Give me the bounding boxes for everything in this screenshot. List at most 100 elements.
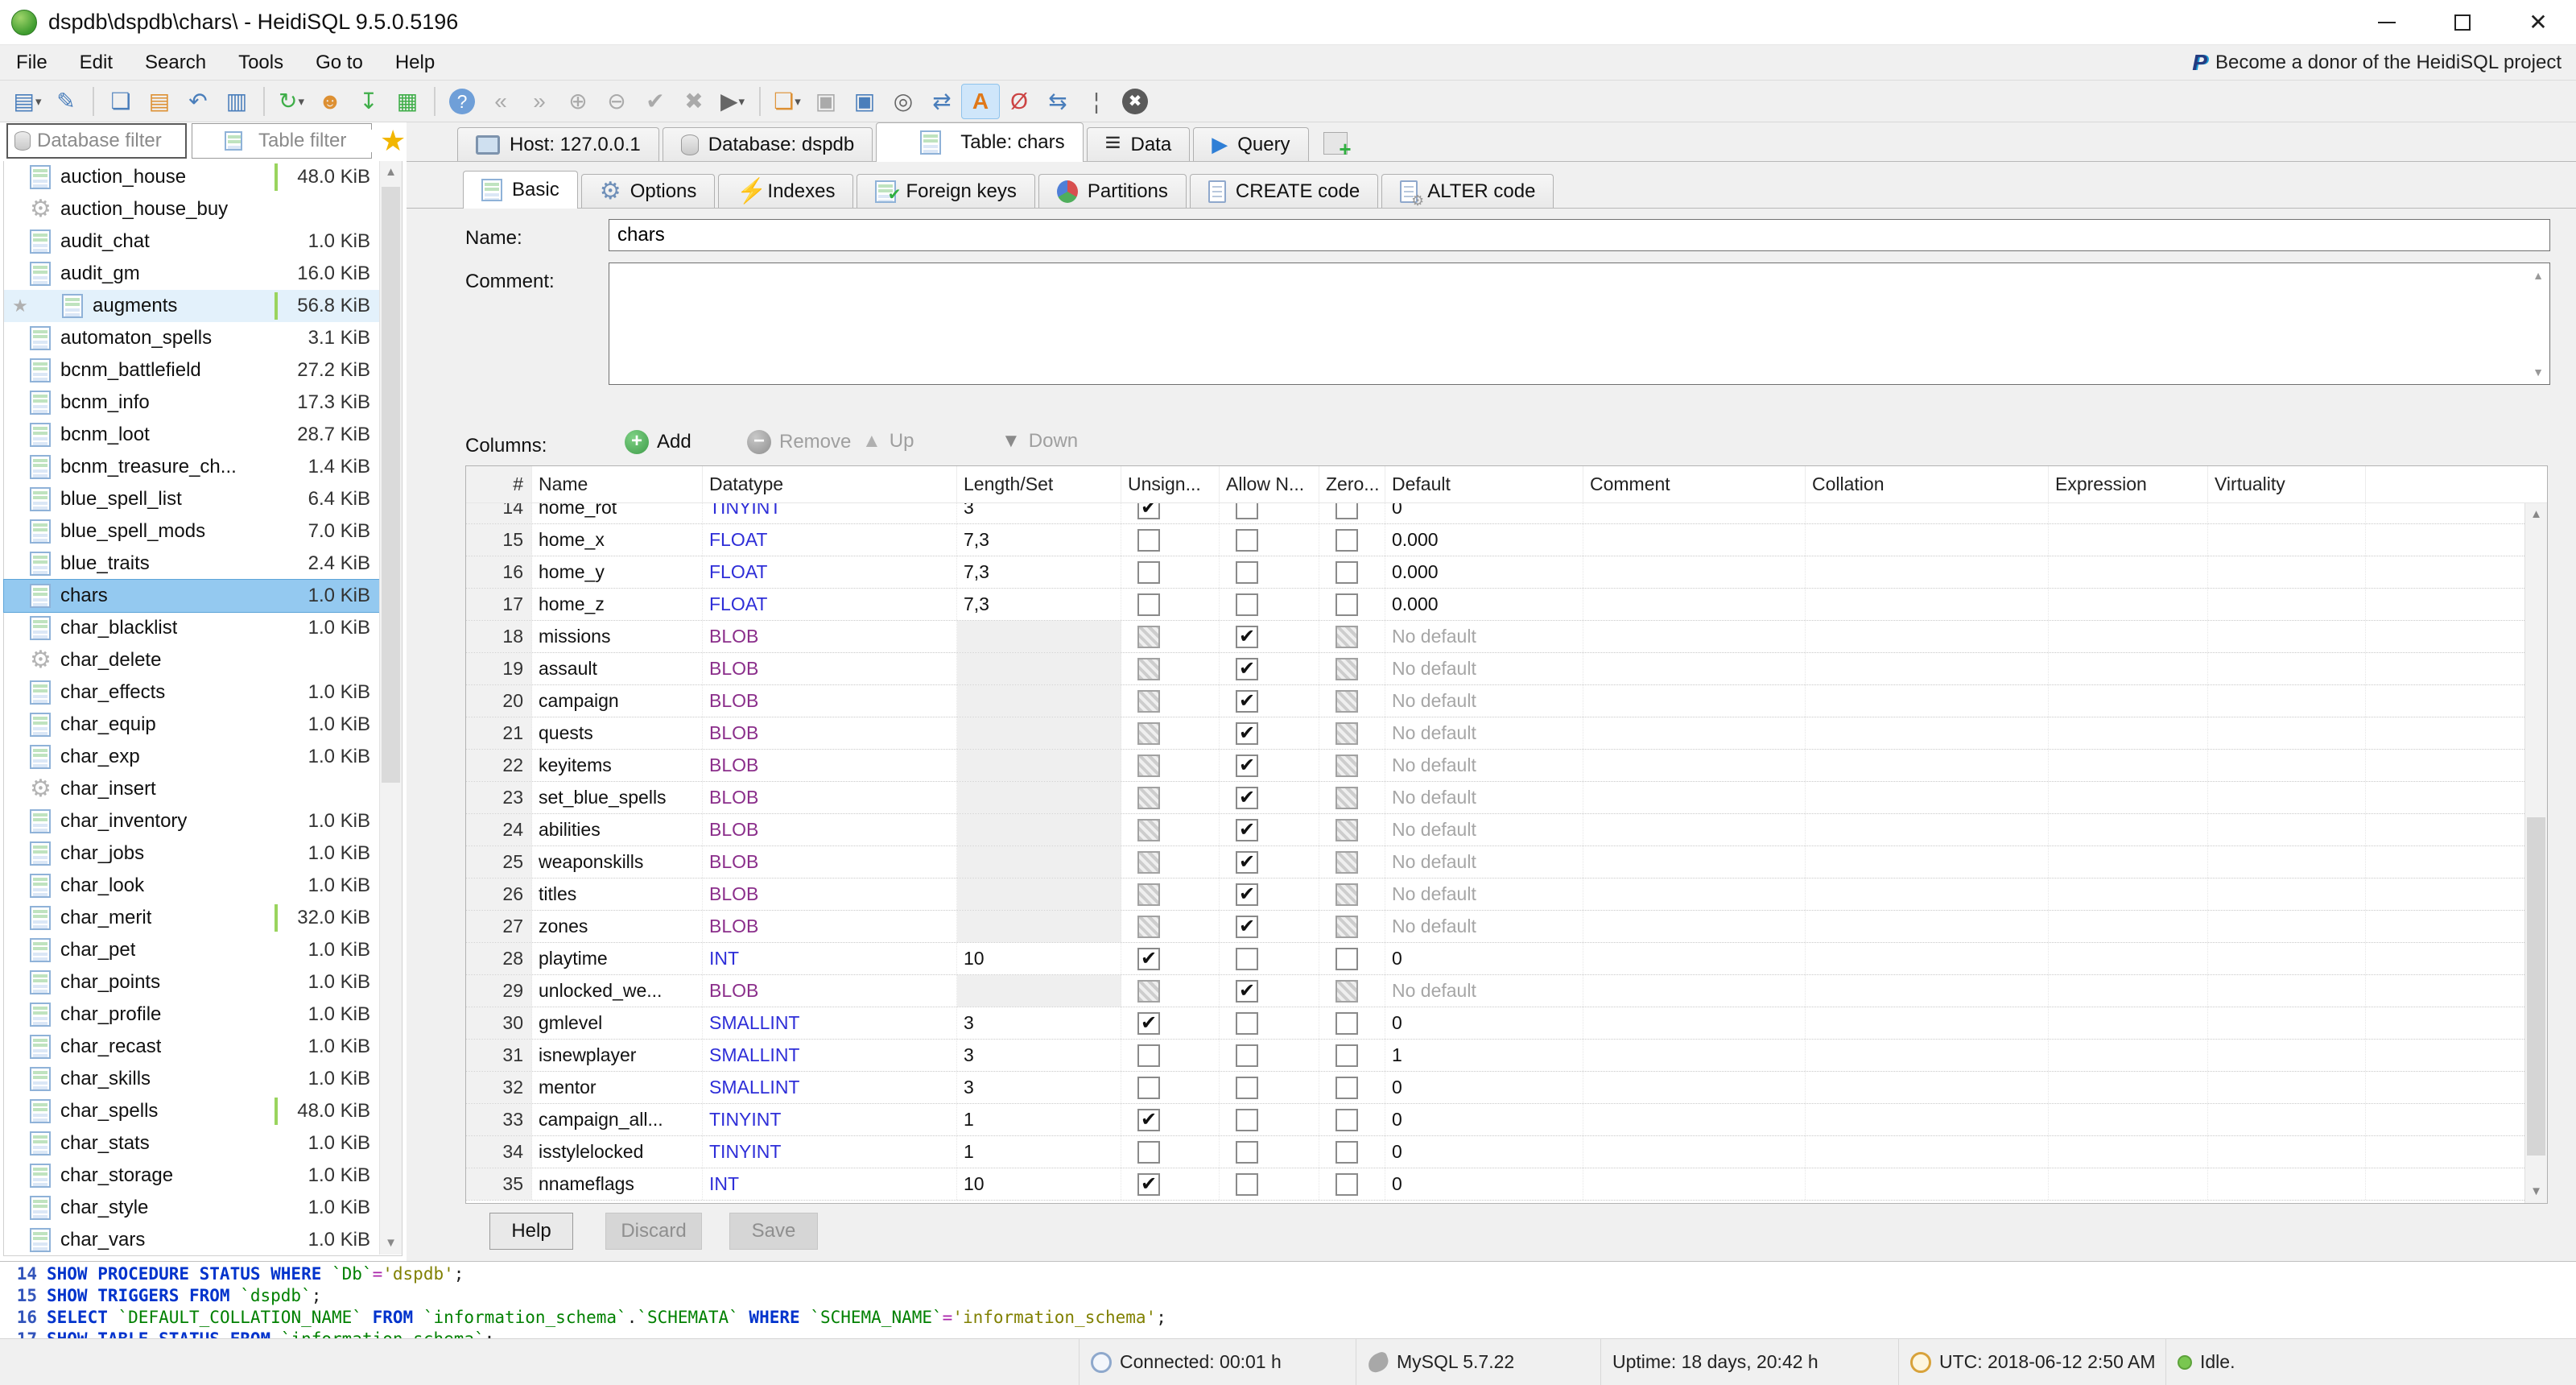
virtuality-cell[interactable] — [2208, 943, 2366, 974]
default-cell[interactable]: 0.000 — [1385, 556, 1583, 588]
default-cell[interactable]: No default — [1385, 846, 1583, 878]
table-list-item[interactable]: ★ char_inventory 1.0 KiB — [4, 805, 380, 837]
zerofill-checkbox[interactable] — [1335, 1173, 1358, 1196]
table-list-item[interactable]: ★ char_profile 1.0 KiB — [4, 998, 380, 1031]
column-name-cell[interactable]: quests — [532, 717, 703, 749]
minimize-button[interactable] — [2349, 0, 2425, 45]
zerofill-checkbox[interactable] — [1335, 1109, 1358, 1131]
menu-goto[interactable]: Go to — [299, 45, 379, 80]
maximize-button[interactable] — [2425, 0, 2500, 45]
unsigned-checkbox[interactable] — [1137, 1109, 1160, 1131]
length-cell[interactable] — [957, 846, 1121, 878]
comment-cell[interactable] — [1583, 653, 1806, 684]
allow-null-checkbox[interactable] — [1236, 1044, 1258, 1067]
allow-null-checkbox[interactable] — [1236, 1173, 1258, 1196]
comment-cell[interactable] — [1583, 782, 1806, 813]
datatype-cell[interactable]: TINYINT — [703, 1136, 957, 1168]
table-list-item[interactable]: ★ augments 56.8 KiB — [4, 290, 380, 322]
datatype-cell[interactable]: BLOB — [703, 621, 957, 652]
length-cell[interactable]: 10 — [957, 943, 1121, 974]
export-database-icon[interactable]: ↧ ▾ — [349, 84, 388, 119]
discard-button[interactable]: Discard — [605, 1213, 702, 1250]
length-cell[interactable]: 3 — [957, 1040, 1121, 1071]
table-list-item[interactable]: ★ char_insert — [4, 773, 380, 805]
expression-cell[interactable] — [2049, 782, 2208, 813]
scroll-down-icon[interactable]: ▼ — [2525, 1180, 2547, 1203]
allow-null-checkbox[interactable] — [1236, 593, 1258, 616]
zerofill-checkbox[interactable] — [1335, 626, 1358, 648]
tab-database[interactable]: Database: dspdb — [663, 127, 873, 161]
virtuality-cell[interactable] — [2208, 524, 2366, 556]
expression-cell[interactable] — [2049, 717, 2208, 749]
comment-cell[interactable] — [1583, 524, 1806, 556]
comment-cell[interactable] — [1583, 975, 1806, 1007]
virtuality-cell[interactable] — [2208, 1168, 2366, 1200]
add-column-button[interactable]: + Add — [625, 430, 691, 454]
database-filter-input[interactable] — [37, 130, 166, 152]
datatype-cell[interactable]: FLOAT — [703, 589, 957, 620]
expression-cell[interactable] — [2049, 750, 2208, 781]
expression-cell[interactable] — [2049, 556, 2208, 588]
refresh-icon[interactable]: ↻ ▾ — [272, 84, 311, 119]
zerofill-checkbox[interactable] — [1335, 1077, 1358, 1099]
zerofill-checkbox[interactable] — [1335, 883, 1358, 906]
default-cell[interactable]: 0 — [1385, 1168, 1583, 1200]
datatype-cell[interactable]: BLOB — [703, 782, 957, 813]
expression-cell[interactable] — [2049, 943, 2208, 974]
default-cell[interactable]: 0 — [1385, 943, 1583, 974]
table-list-item[interactable]: ★ audit_gm 16.0 KiB — [4, 258, 380, 290]
clear-query-icon[interactable]: Ø ▾ — [1000, 84, 1038, 119]
table-list-item[interactable]: ★ char_recast 1.0 KiB — [4, 1031, 380, 1063]
virtuality-cell[interactable] — [2208, 1040, 2366, 1071]
length-cell[interactable]: 1 — [957, 1104, 1121, 1135]
table-list-item[interactable]: ★ bcnm_battlefield 27.2 KiB — [4, 354, 380, 387]
allow-null-checkbox[interactable] — [1236, 851, 1258, 874]
tab-partitions[interactable]: Partitions — [1038, 174, 1187, 208]
remove-column-button[interactable]: − Remove — [747, 430, 851, 454]
move-down-button[interactable]: ▼ Down — [1001, 430, 1078, 453]
unsigned-checkbox[interactable] — [1137, 819, 1160, 841]
zerofill-checkbox[interactable] — [1335, 948, 1358, 970]
length-cell[interactable] — [957, 879, 1121, 910]
virtuality-cell[interactable] — [2208, 1007, 2366, 1039]
column-name-cell[interactable]: home_z — [532, 589, 703, 620]
column-name-cell[interactable]: nnameflags — [532, 1168, 703, 1200]
comment-cell[interactable] — [1583, 1072, 1806, 1103]
table-list-item[interactable]: ★ blue_traits 2.4 KiB — [4, 548, 380, 580]
datatype-cell[interactable]: SMALLINT — [703, 1007, 957, 1039]
allow-null-checkbox[interactable] — [1236, 755, 1258, 777]
menu-file[interactable]: File — [0, 45, 64, 80]
replace-icon[interactable]: ⇄ ▾ — [923, 84, 961, 119]
save-button[interactable]: Save — [729, 1213, 818, 1250]
datatype-cell[interactable]: BLOB — [703, 975, 957, 1007]
highlight-word-icon[interactable]: A ▾ — [961, 84, 1000, 119]
zerofill-checkbox[interactable] — [1335, 916, 1358, 938]
comment-cell[interactable] — [1583, 503, 1806, 523]
tab-options[interactable]: Options — [581, 174, 716, 208]
datatype-cell[interactable]: BLOB — [703, 911, 957, 942]
datatype-cell[interactable]: SMALLINT — [703, 1040, 957, 1071]
collation-cell[interactable] — [1806, 975, 2049, 1007]
unsigned-checkbox[interactable] — [1137, 1044, 1160, 1067]
collation-cell[interactable] — [1806, 621, 2049, 652]
column-name-cell[interactable]: home_y — [532, 556, 703, 588]
length-cell[interactable] — [957, 653, 1121, 684]
comment-cell[interactable] — [1583, 814, 1806, 845]
allow-null-checkbox[interactable] — [1236, 787, 1258, 809]
delete-record-icon[interactable]: ⊖ ▾ — [597, 84, 636, 119]
length-cell[interactable]: 10 — [957, 1168, 1121, 1200]
zerofill-checkbox[interactable] — [1335, 1012, 1358, 1035]
table-list-item[interactable]: ★ bcnm_info 17.3 KiB — [4, 387, 380, 419]
table-list-item[interactable]: ★ auction_house 48.0 KiB — [4, 161, 380, 193]
scroll-up-icon[interactable]: ▲ — [2529, 265, 2548, 286]
allow-null-checkbox[interactable] — [1236, 626, 1258, 648]
comment-cell[interactable] — [1583, 879, 1806, 910]
unsigned-checkbox[interactable] — [1137, 1077, 1160, 1099]
collation-cell[interactable] — [1806, 717, 2049, 749]
tab-indexes[interactable]: Indexes — [718, 174, 853, 208]
table-filter-box[interactable] — [192, 123, 372, 159]
datatype-cell[interactable]: TINYINT — [703, 503, 957, 523]
column-name-cell[interactable]: isnewplayer — [532, 1040, 703, 1071]
column-name-cell[interactable]: unlocked_we... — [532, 975, 703, 1007]
tab-alter-code[interactable]: ALTER code — [1381, 174, 1554, 208]
